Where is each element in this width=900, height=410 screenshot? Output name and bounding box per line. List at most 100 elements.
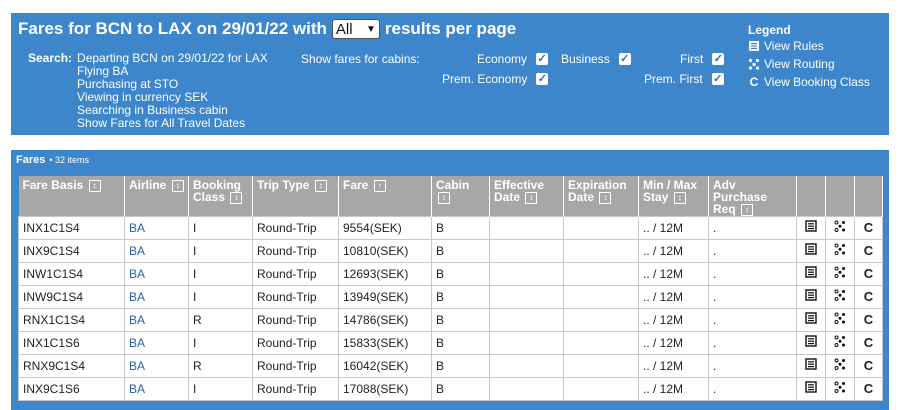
sort-icon[interactable]: ↕ (673, 191, 686, 204)
booking-class-icon: C (863, 289, 874, 305)
table-row: RNX9C1S4 BA R Round-Trip 16042(SEK) B ..… (18, 353, 883, 378)
cell-effective-date (489, 330, 564, 355)
cabin-economy[interactable]: Economy ✓ (477, 52, 549, 66)
cell-adv-purchase: . (708, 215, 797, 240)
checkbox-business[interactable]: ✓ (618, 53, 631, 65)
view-routing-button[interactable] (825, 330, 855, 355)
cell-fare-basis: INX1C1S6 (18, 330, 125, 355)
cell-airline-link[interactable]: BA (124, 330, 189, 355)
booking-class-icon: C (863, 381, 874, 397)
cell-min-max-stay: .. / 12M (638, 376, 709, 401)
sort-icon[interactable]: ↕ (88, 179, 101, 192)
cell-adv-purchase: . (708, 353, 797, 378)
cell-fare: 10810(SEK) (338, 238, 432, 263)
chevron-down-icon: ▼ (366, 23, 376, 35)
view-rules-button[interactable] (796, 261, 826, 286)
results-per-page-select[interactable]: All ▼ (331, 19, 380, 39)
sort-icon[interactable]: ↕ (230, 191, 243, 204)
sort-icon[interactable]: ↕ (741, 203, 754, 216)
view-routing-button[interactable] (825, 376, 855, 401)
cell-fare: 16042(SEK) (338, 353, 432, 378)
cell-airline-link[interactable]: BA (124, 307, 189, 332)
rules-icon (805, 243, 817, 258)
fares-table: Fare Basis ↕ Airline ↕ Booking Class ↕ Tr… (18, 176, 883, 401)
cell-airline-link[interactable]: BA (124, 376, 189, 401)
checkbox-first[interactable]: ✓ (712, 53, 725, 65)
col-expiration-date[interactable]: Expiration Date ↕ (563, 176, 639, 217)
view-booking-class-button[interactable]: C (854, 376, 883, 401)
col-booking-class[interactable]: Booking Class ↕ (188, 176, 253, 217)
rules-icon (805, 220, 817, 235)
view-booking-class-button[interactable]: C (854, 215, 883, 240)
view-rules-button[interactable] (796, 284, 826, 309)
cabin-business[interactable]: Business ✓ (561, 52, 631, 66)
view-booking-class-button[interactable]: C (854, 307, 883, 332)
col-routing (825, 176, 855, 217)
cell-expiration-date (563, 376, 639, 401)
checkbox-prem-economy[interactable]: ✓ (536, 73, 549, 85)
view-routing-button[interactable] (825, 307, 855, 332)
view-booking-class-button[interactable]: C (854, 238, 883, 263)
rules-icon (805, 266, 817, 281)
cell-airline-link[interactable]: BA (124, 284, 189, 309)
sort-icon[interactable]: ↕ (314, 179, 327, 192)
col-cabin[interactable]: Cabin ↕ (431, 176, 490, 217)
sort-icon[interactable]: ↕ (599, 191, 612, 204)
view-routing-button[interactable] (825, 238, 855, 263)
booking-class-icon: C (863, 243, 874, 259)
col-trip-type[interactable]: Trip Type ↕ (252, 176, 339, 217)
legend-view-rules: View Rules (748, 37, 870, 55)
rules-icon (748, 40, 760, 52)
cell-airline-link[interactable]: BA (124, 215, 189, 240)
view-rules-button[interactable] (796, 353, 826, 378)
cell-trip-type: Round-Trip (252, 261, 339, 286)
col-fare[interactable]: Fare ↑ (338, 176, 432, 217)
view-rules-button[interactable] (796, 376, 826, 401)
view-rules-button[interactable] (796, 330, 826, 355)
cell-cabin: B (431, 238, 490, 263)
results-per-page-value: All (335, 20, 353, 38)
view-routing-button[interactable] (825, 261, 855, 286)
view-routing-button[interactable] (825, 215, 855, 240)
sort-icon[interactable]: ↕ (171, 179, 184, 192)
cell-airline-link[interactable]: BA (124, 238, 189, 263)
col-rules (796, 176, 826, 217)
view-routing-button[interactable] (825, 353, 855, 378)
cell-cabin: B (431, 353, 490, 378)
cell-min-max-stay: .. / 12M (638, 307, 709, 332)
col-adv-label: Adv Purchase (713, 178, 768, 204)
view-routing-button[interactable] (825, 284, 855, 309)
col-airline[interactable]: Airline ↕ (124, 176, 189, 217)
col-effective-date[interactable]: Effective Date ↕ (489, 176, 564, 217)
cell-trip-type: Round-Trip (252, 284, 339, 309)
checkbox-prem-first[interactable]: ✓ (711, 73, 724, 85)
sort-icon[interactable]: ↕ (525, 191, 538, 204)
checkbox-economy[interactable]: ✓ (536, 53, 549, 65)
cell-min-max-stay: .. / 12M (638, 238, 709, 263)
view-booking-class-button[interactable]: C (854, 330, 883, 355)
col-adv-purchase[interactable]: Adv Purchase Req ↕ (708, 176, 797, 217)
cabin-economy-label: Economy (477, 52, 528, 66)
col-fare-basis[interactable]: Fare Basis ↕ (18, 176, 125, 217)
routing-icon (748, 58, 760, 70)
cell-expiration-date (563, 353, 639, 378)
cabin-prem-economy[interactable]: Prem. Economy ✓ (442, 72, 549, 86)
cell-airline-link[interactable]: BA (124, 261, 189, 286)
cell-cabin: B (431, 261, 490, 286)
view-booking-class-button[interactable]: C (854, 284, 883, 309)
cabin-first[interactable]: First ✓ (680, 52, 725, 66)
sort-up-icon[interactable]: ↑ (373, 179, 386, 192)
cell-airline-link[interactable]: BA (124, 353, 189, 378)
view-rules-button[interactable] (796, 215, 826, 240)
cell-adv-purchase: . (708, 376, 797, 401)
cabin-prem-first[interactable]: Prem. First ✓ (644, 72, 724, 86)
view-booking-class-button[interactable]: C (854, 353, 883, 378)
sort-icon[interactable]: ↕ (438, 191, 450, 204)
rules-icon (805, 381, 817, 396)
view-rules-button[interactable] (796, 307, 826, 332)
view-booking-class-button[interactable]: C (854, 261, 883, 286)
booking-class-icon: C (863, 266, 874, 282)
view-rules-button[interactable] (796, 238, 826, 263)
col-min-max-stay[interactable]: Min / Max Stay ↕ (638, 176, 709, 217)
cell-fare-basis: RNX1C1S4 (18, 307, 125, 332)
